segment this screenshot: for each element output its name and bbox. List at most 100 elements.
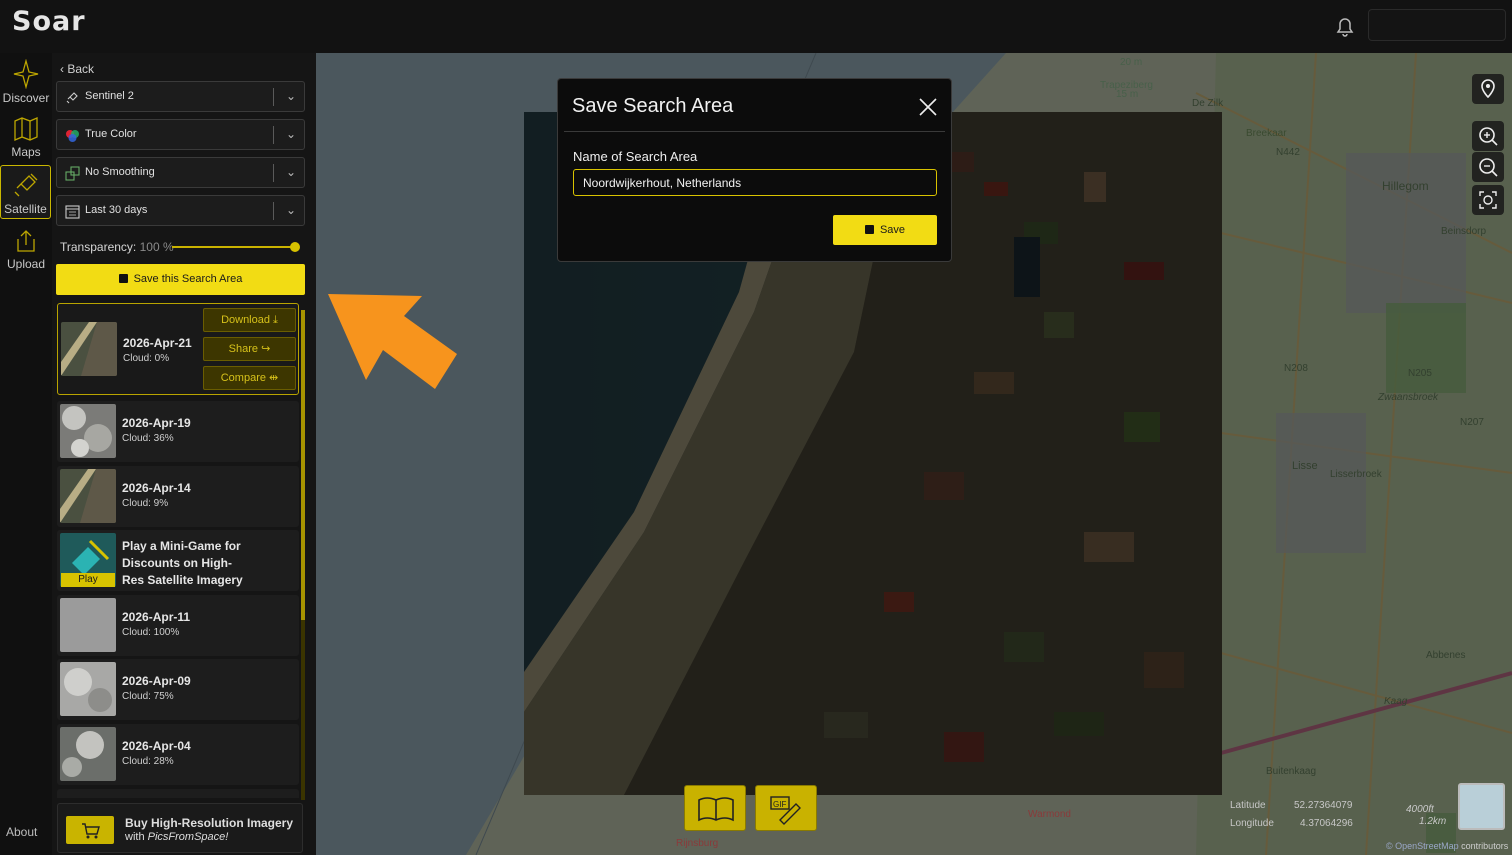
promo-card[interactable]: Play Play a Mini-Game for Discounts on H… — [57, 530, 299, 591]
about-link[interactable]: About — [6, 825, 37, 839]
nav-discover-label: Discover — [2, 91, 50, 105]
download-button[interactable]: Download ⤓ — [203, 308, 296, 332]
transparency-value: 100 % — [139, 240, 174, 254]
select-divider — [273, 126, 274, 144]
buy-with: with — [125, 831, 148, 843]
download-icon: ⤓ — [273, 314, 278, 326]
transparency-slider-handle[interactable] — [290, 242, 300, 252]
map-label-beinsdorp: Beinsdorp — [1441, 226, 1487, 237]
soar-logo[interactable]: Soar — [12, 6, 86, 37]
user-account-box[interactable] — [1368, 9, 1506, 41]
nav-upload[interactable]: Upload — [0, 223, 52, 277]
buy-imagery-banner[interactable]: Buy High-Resolution Imagery with PicsFro… — [57, 803, 303, 853]
map-label-n207: N207 — [1460, 417, 1484, 428]
smoothing-value: No Smoothing — [85, 166, 155, 178]
date-range-value: Last 30 days — [85, 204, 148, 216]
save-button[interactable]: Save — [833, 215, 937, 245]
results-scrollbar[interactable] — [301, 310, 305, 800]
buy-subtitle: with PicsFromSpace! — [125, 831, 228, 843]
cart-icon — [82, 823, 100, 839]
lock-icon — [864, 225, 874, 234]
result-card[interactable]: 2026-Apr-14 Cloud: 9% — [57, 466, 299, 527]
result-thumbnail — [60, 404, 116, 458]
transparency-slider-track[interactable] — [172, 246, 294, 248]
share-label: Share — [228, 343, 259, 355]
results-scrollbar-thumb[interactable] — [301, 310, 305, 620]
result-thumbnail — [60, 598, 116, 652]
back-label: Back — [67, 62, 95, 76]
search-area-name-input[interactable] — [573, 169, 937, 196]
transparency-text: Transparency: — [60, 240, 137, 254]
bell-icon[interactable] — [1334, 16, 1356, 38]
compare-button[interactable]: Compare ⇹ — [203, 366, 296, 390]
color-circles-icon — [66, 130, 79, 142]
map-label-n208: N208 — [1284, 363, 1308, 374]
nav-maps[interactable]: Maps — [0, 111, 52, 165]
scale-top: 4000ft — [1406, 804, 1434, 815]
result-thumbnail — [60, 469, 116, 523]
cart-button[interactable] — [66, 816, 114, 844]
result-date: 2026-Apr-19 — [122, 416, 191, 430]
map-label-lisserbroek: Lisserbroek — [1330, 469, 1382, 480]
result-card[interactable]: 2026-Apr-04 Cloud: 28% — [57, 724, 299, 785]
share-button[interactable]: Share ↪ — [203, 337, 296, 361]
result-card-selected[interactable]: 2026-Apr-21 Cloud: 0% Download ⤓ Share ↪… — [57, 303, 299, 395]
buy-title: Buy High-Resolution Imagery — [125, 816, 294, 830]
latitude-label: Latitude — [1230, 800, 1266, 811]
smoothing-select[interactable]: No Smoothing ⌄ — [56, 157, 305, 188]
grid-icon — [65, 166, 80, 181]
app-window: Trapeziberg 20 m 15 m Breekaar De Zilk N… — [0, 0, 1512, 855]
gif-edit-icon: GIF — [770, 796, 801, 825]
nav-satellite-label: Satellite — [4, 202, 47, 216]
result-card-partial[interactable] — [57, 789, 299, 798]
result-cloud: Cloud: 28% — [122, 756, 174, 767]
close-icon[interactable] — [918, 97, 938, 117]
map-icon — [14, 117, 38, 141]
save-search-area-dialog: Save Search Area Name of Search Area Sav… — [557, 78, 952, 262]
search-area-name-label: Name of Search Area — [573, 149, 698, 164]
save-search-area-button[interactable]: Save this Search Area — [56, 264, 305, 295]
calendar-icon — [65, 205, 80, 219]
left-nav: Discover Maps Satellite Upload About — [0, 53, 52, 855]
satellite-source-select[interactable]: Sentinel 2 ⌄ — [56, 81, 305, 112]
result-date: 2026-Apr-11 — [122, 610, 191, 624]
zoom-fit-button[interactable] — [1472, 185, 1504, 215]
save-search-area-label: Save this Search Area — [133, 273, 243, 285]
gif-button[interactable]: GIF — [755, 785, 817, 831]
result-thumbnail — [61, 322, 117, 376]
nav-maps-label: Maps — [11, 145, 41, 159]
select-divider — [273, 164, 274, 182]
story-button[interactable] — [684, 785, 746, 831]
zoom-in-icon — [1479, 127, 1498, 146]
minimap-toggle[interactable] — [1458, 783, 1505, 830]
share-icon: ↪ — [261, 343, 271, 355]
nav-discover[interactable]: Discover — [0, 55, 52, 109]
save-label: Save — [879, 224, 906, 236]
result-card[interactable]: 2026-Apr-11 Cloud: 100% — [57, 595, 299, 656]
zoom-out-button[interactable] — [1472, 152, 1504, 182]
select-divider — [273, 202, 274, 220]
result-card[interactable]: 2026-Apr-19 Cloud: 36% — [57, 401, 299, 462]
location-pin-icon — [1481, 79, 1495, 99]
result-card[interactable]: 2026-Apr-09 Cloud: 75% — [57, 659, 299, 720]
result-cloud: Cloud: 9% — [122, 498, 169, 509]
location-button[interactable] — [1472, 74, 1504, 104]
select-divider — [273, 88, 274, 106]
band-select[interactable]: True Color ⌄ — [56, 119, 305, 150]
book-icon — [698, 797, 734, 822]
zoom-in-button[interactable] — [1472, 121, 1504, 151]
date-range-select[interactable]: Last 30 days ⌄ — [56, 195, 305, 226]
back-button[interactable]: ‹ Back — [60, 62, 94, 76]
result-date: 2026-Apr-21 — [123, 336, 192, 350]
play-badge[interactable]: Play — [61, 573, 115, 587]
svg-text:GIF: GIF — [773, 800, 786, 809]
map-label-n442: N442 — [1276, 147, 1300, 158]
map-label-hillegom: Hillegom — [1382, 179, 1429, 193]
osm-link[interactable]: © OpenStreetMap — [1386, 841, 1459, 851]
satellite-icon — [66, 92, 78, 104]
result-thumbnail — [60, 662, 116, 716]
nav-satellite[interactable]: Satellite — [0, 165, 51, 219]
result-date: 2026-Apr-14 — [122, 481, 191, 495]
map-label-n205: N205 — [1408, 368, 1432, 379]
band-value: True Color — [85, 128, 137, 140]
